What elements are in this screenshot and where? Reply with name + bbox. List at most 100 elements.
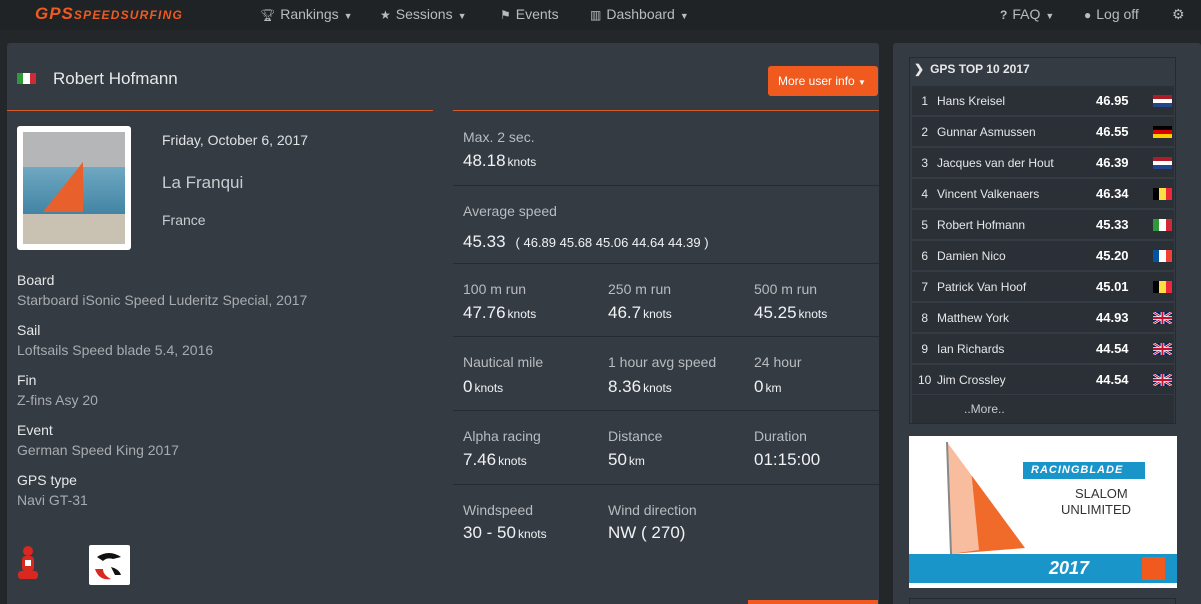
zfins-logo-icon — [89, 545, 130, 585]
rider-name[interactable]: Ian Richards — [937, 342, 1004, 356]
ad-line1: SLALOM — [1075, 486, 1128, 501]
rider-speed: 46.39 — [1096, 155, 1129, 170]
top10-row[interactable]: 4 Vincent Valkenaers 46.34 — [912, 179, 1174, 208]
rider-speed: 44.93 — [1096, 310, 1129, 325]
hour-avg-value: 8.36 knots — [608, 377, 672, 396]
duration-label: Duration — [754, 428, 807, 444]
nav-logout[interactable]: ● Log off — [1084, 6, 1139, 22]
more-user-info-button[interactable]: More user info ▼ — [768, 66, 878, 96]
chevron-right-icon: ❯ — [914, 62, 925, 76]
rank: 10 — [918, 373, 932, 387]
ad-footer-bar — [909, 554, 1177, 583]
italy-flag-icon — [17, 73, 36, 84]
rider-name[interactable]: Patrick Van Hoof — [937, 280, 1026, 294]
rider-name[interactable]: Vincent Valkenaers — [937, 187, 1039, 201]
nav-faq[interactable]: ? FAQ ▼ — [1000, 6, 1054, 22]
alpha-value: 7.46 knots — [463, 450, 527, 469]
nav-dashboard[interactable]: ▥ Dashboard ▼ — [590, 6, 689, 22]
sail-graphic — [946, 441, 1025, 555]
rank: 5 — [921, 218, 928, 232]
event-label: Event — [17, 422, 53, 438]
rider-name[interactable]: Robert Hofmann — [937, 218, 1025, 232]
starboard-logo-icon — [18, 546, 38, 579]
rank: 6 — [921, 249, 928, 263]
rider-speed: 46.55 — [1096, 124, 1129, 139]
max2-value: 48.18 knots — [463, 151, 537, 170]
rank: 2 — [921, 125, 928, 139]
windspeed-value: 30 - 50 knots — [463, 523, 547, 542]
racingblade-ad[interactable]: RACINGBLADE SLALOM UNLIMITED 2017 — [909, 436, 1177, 588]
top10-row[interactable]: 6 Damien Nico 45.20 — [912, 241, 1174, 270]
caret-down-icon: ▼ — [457, 11, 467, 21]
top10-row[interactable]: 9 Ian Richards 44.54 — [912, 334, 1174, 363]
rank: 8 — [921, 311, 928, 325]
run100-label: 100 m run — [463, 281, 527, 297]
user-icon: ● — [1084, 8, 1092, 22]
be-flag-icon — [1153, 281, 1172, 293]
uk-flag-icon — [1153, 312, 1172, 324]
divider — [453, 185, 879, 186]
caret-down-icon: ▼ — [1045, 11, 1055, 21]
divider — [7, 110, 433, 111]
be-flag-icon — [1153, 188, 1172, 200]
rider-name[interactable]: Gunnar Asmussen — [937, 125, 1036, 139]
rank: 4 — [921, 187, 928, 201]
rider-name[interactable]: Hans Kreisel — [937, 94, 1005, 108]
divider — [453, 484, 879, 485]
event-value[interactable]: German Speed King 2017 — [17, 442, 179, 458]
caret-down-icon: ▼ — [858, 78, 866, 87]
gps-type-value: Navi GT-31 — [17, 492, 88, 508]
nav-rankings[interactable]: 🏆︎ Rankings ▼ — [260, 6, 353, 22]
nautical-mile-value: 0 knots — [463, 377, 504, 396]
sail-label: Sail — [17, 322, 41, 338]
distance-value: 50 km — [608, 450, 645, 469]
run500-value: 45.25 knots — [754, 303, 828, 322]
divider — [453, 410, 879, 411]
windspeed-label: Windspeed — [463, 502, 534, 518]
ad-line2: UNLIMITED — [1061, 502, 1132, 517]
top10-row[interactable]: 1 Hans Kreisel 46.95 — [912, 86, 1174, 115]
fin-label: Fin — [17, 372, 37, 388]
top10-row[interactable]: 5 Robert Hofmann 45.33 — [912, 210, 1174, 239]
wind-direction-label: Wind direction — [608, 502, 697, 518]
rank: 7 — [921, 280, 928, 294]
sail-value: Loftsails Speed blade 5.4, 2016 — [17, 342, 214, 358]
star-icon: ★ — [380, 8, 391, 22]
ad-year: 2017 — [1049, 558, 1090, 578]
top10-more-link[interactable]: ..More.. — [912, 395, 1174, 423]
rider-name[interactable]: Matthew York — [937, 311, 1009, 325]
top10-row[interactable]: 2 Gunnar Asmussen 46.55 — [912, 117, 1174, 146]
next-box — [909, 598, 1176, 604]
rider-name[interactable]: Damien Nico — [937, 249, 1006, 263]
wind-direction-value: NW ( 270) — [608, 523, 686, 542]
session-location[interactable]: La Franqui — [162, 173, 243, 193]
fin-value: Z-fins Asy 20 — [17, 392, 98, 408]
trophy-icon: 🏆︎ — [260, 8, 276, 22]
nav-events[interactable]: ⚑ Events — [500, 6, 559, 22]
rank: 1 — [921, 94, 928, 108]
uk-flag-icon — [1153, 343, 1172, 355]
hour-avg-label: 1 hour avg speed — [608, 354, 717, 370]
top10-row[interactable]: 7 Patrick Van Hoof 45.01 — [912, 272, 1174, 301]
rider-name[interactable]: Jacques van der Hout — [937, 156, 1054, 170]
question-icon: ? — [1000, 8, 1008, 22]
top10-title[interactable]: ❯ GPS TOP 10 2017 — [914, 62, 1030, 76]
run500-label: 500 m run — [754, 281, 818, 297]
top-navbar: GPSSPEEDSURFING 🏆︎ Rankings ▼ ★ Sessions ▼ ⚑… — [0, 0, 1201, 30]
board-label: Board — [17, 272, 55, 288]
rider-speed: 44.54 — [1096, 341, 1129, 356]
gear-icon[interactable]: ⚙ — [1172, 6, 1185, 23]
divider — [453, 263, 879, 264]
top10-row[interactable]: 3 Jacques van der Hout 46.39 — [912, 148, 1174, 177]
caret-down-icon: ▼ — [679, 11, 689, 21]
nl-flag-icon — [1153, 95, 1172, 107]
rider-name[interactable]: Jim Crossley — [937, 373, 1006, 387]
top10-row[interactable]: 8 Matthew York 44.93 — [912, 303, 1174, 332]
site-logo[interactable]: GPSSPEEDSURFING — [35, 4, 183, 24]
nav-sessions[interactable]: ★ Sessions ▼ — [380, 6, 467, 22]
session-photo[interactable] — [17, 126, 131, 250]
nautical-mile-label: Nautical mile — [463, 354, 544, 370]
it-flag-icon — [1153, 219, 1172, 231]
bottom-button[interactable] — [748, 600, 878, 604]
top10-row[interactable]: 10 Jim Crossley 44.54 — [912, 365, 1174, 394]
